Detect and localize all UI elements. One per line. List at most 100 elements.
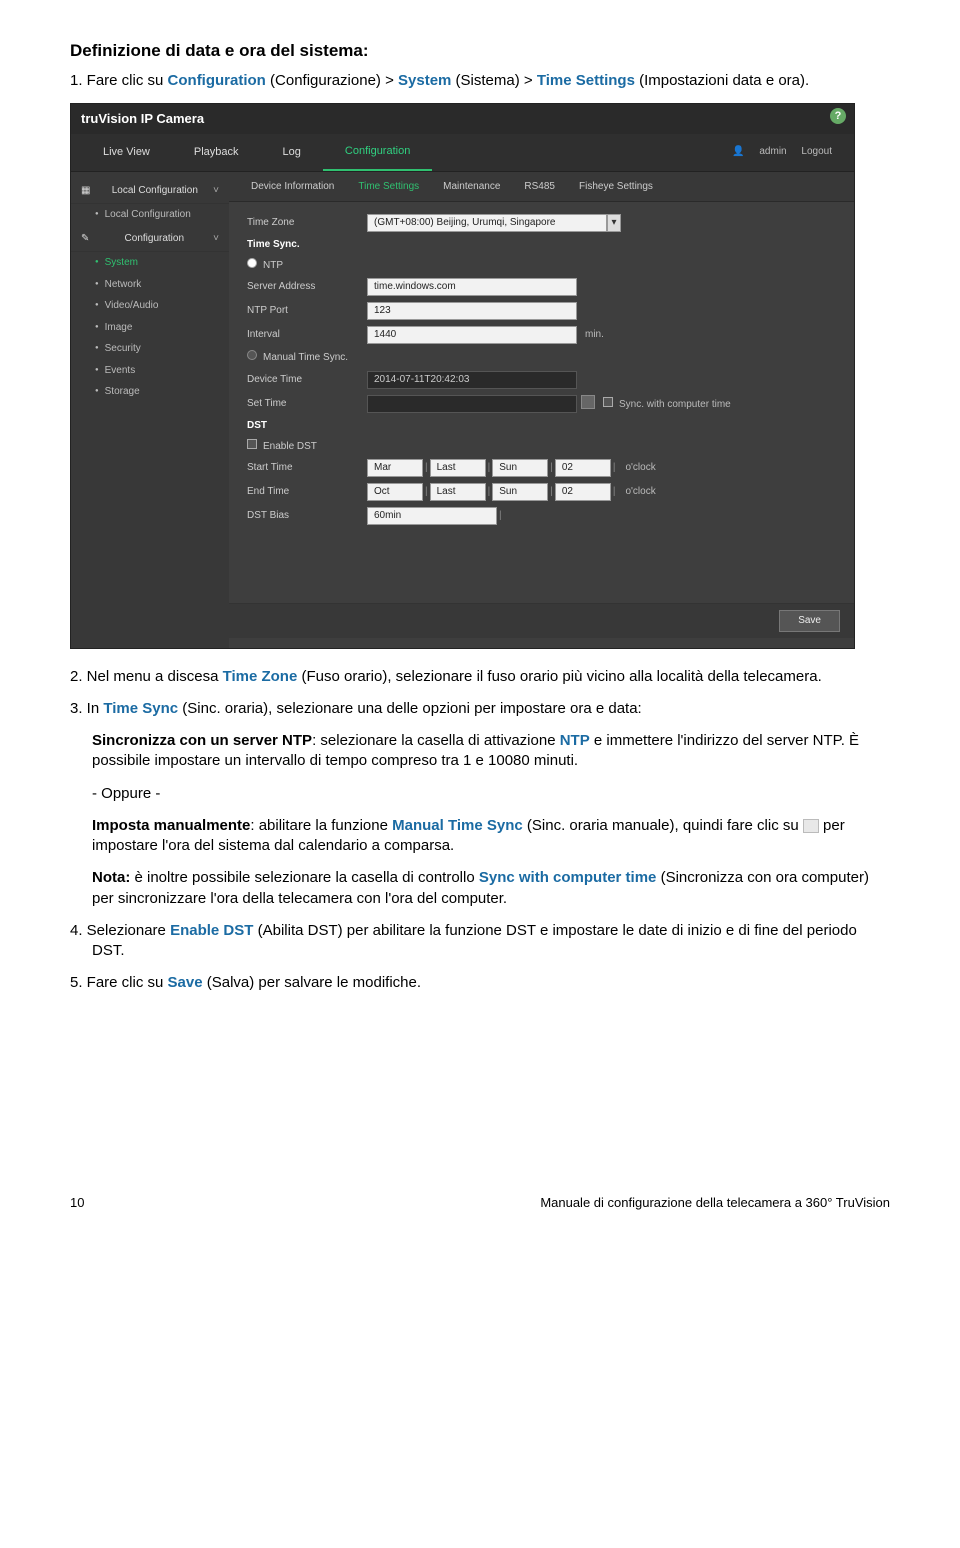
sync-computer-checkbox[interactable] — [603, 397, 613, 407]
label-interval: Interval — [247, 328, 367, 342]
bold-label: Nota: — [92, 869, 130, 886]
label-oclock: o'clock — [625, 485, 655, 499]
text: 5. Fare clic su — [70, 974, 168, 991]
end-hour[interactable]: 02 — [555, 483, 611, 501]
ntp-port-input[interactable]: 123 — [367, 302, 577, 320]
sidebar-local-sub[interactable]: Local Configuration — [71, 204, 229, 226]
ui-term-time-settings: Time Settings — [537, 72, 635, 89]
section-time-sync: Time Sync. — [247, 238, 367, 252]
sidebar-local-configuration[interactable]: Local Configuration˅ — [71, 178, 229, 205]
ui-term-manual-sync: Manual Time Sync — [392, 817, 523, 834]
logout-link[interactable]: Logout — [801, 146, 832, 157]
dst-bias-select[interactable]: 60min — [367, 507, 497, 525]
start-month[interactable]: Mar — [367, 459, 423, 477]
user-name: admin — [759, 146, 786, 157]
server-address-input[interactable]: time.windows.com — [367, 278, 577, 296]
text: 3. In — [70, 700, 103, 717]
sidebar-item-storage[interactable]: Storage — [71, 381, 229, 403]
enable-dst-checkbox[interactable] — [247, 439, 257, 449]
label-server-address: Server Address — [247, 280, 367, 294]
section-heading: Definizione di data e ora del sistema: — [70, 40, 890, 63]
nav-configuration[interactable]: Configuration — [323, 134, 432, 171]
text: (Sinc. oraria), selezionare una delle op… — [178, 700, 642, 717]
sidebar-item-image[interactable]: Image — [71, 317, 229, 339]
tab-rs485[interactable]: RS485 — [512, 172, 567, 202]
section-dst: DST — [247, 419, 367, 433]
calendar-icon[interactable] — [581, 395, 595, 409]
save-button[interactable]: Save — [779, 610, 840, 632]
label-ntp-port: NTP Port — [247, 304, 367, 318]
ui-term-enable-dst: Enable DST — [170, 922, 253, 939]
text: : abilitare la funzione — [250, 817, 392, 834]
start-week[interactable]: Last — [430, 459, 486, 477]
enable-dst-label: Enable DST — [247, 439, 367, 454]
time-zone-select[interactable]: (GMT+08:00) Beijing, Urumqi, Singapore — [367, 214, 607, 232]
tab-maintenance[interactable]: Maintenance — [431, 172, 512, 202]
text: (Configurazione) > — [266, 72, 398, 89]
step-2: 2. Nel menu a discesa Time Zone (Fuso or… — [70, 667, 890, 687]
ui-term-time-zone: Time Zone — [223, 668, 298, 685]
tab-device-info[interactable]: Device Information — [239, 172, 346, 202]
label-dst-bias: DST Bias — [247, 509, 367, 523]
label: Configuration — [125, 232, 184, 246]
nav-playback[interactable]: Playback — [172, 135, 261, 170]
sidebar-item-video[interactable]: Video/Audio — [71, 295, 229, 317]
text: (Fuso orario), selezionare il fuso orari… — [297, 668, 821, 685]
sidebar-item-security[interactable]: Security — [71, 338, 229, 360]
help-icon[interactable]: ? — [830, 108, 846, 124]
page-footer: 10 Manuale di configurazione della telec… — [70, 1194, 890, 1212]
nav-log[interactable]: Log — [261, 135, 323, 170]
end-day[interactable]: Sun — [492, 483, 548, 501]
text: Manual Time Sync. — [263, 352, 348, 363]
user-icon: 👤 — [732, 146, 744, 157]
step-5: 5. Fare clic su Save (Salva) per salvare… — [70, 973, 890, 993]
text: 4. Selezionare — [70, 922, 170, 939]
nav-live-view[interactable]: Live View — [81, 135, 172, 170]
step-3-or: - Oppure - — [70, 784, 890, 804]
label-time-zone: Time Zone — [247, 216, 367, 230]
sidebar-item-network[interactable]: Network — [71, 274, 229, 296]
start-hour[interactable]: 02 — [555, 459, 611, 477]
tab-fisheye[interactable]: Fisheye Settings — [567, 172, 665, 202]
sidebar: Local Configuration˅ Local Configuration… — [71, 172, 229, 648]
dropdown-arrow-icon[interactable]: ▾ — [607, 214, 621, 232]
time-settings-form: Time Zone (GMT+08:00) Beijing, Urumqi, S… — [229, 202, 854, 603]
tab-time-settings[interactable]: Time Settings — [346, 172, 431, 202]
label-sync-computer: Sync. with computer time — [619, 399, 731, 410]
main-panel: Device Information Time Settings Mainten… — [229, 172, 854, 648]
text: Enable DST — [263, 441, 317, 452]
label-set-time: Set Time — [247, 397, 367, 411]
interval-input[interactable]: 1440 — [367, 326, 577, 344]
sidebar-item-events[interactable]: Events — [71, 360, 229, 382]
brand-bar: truVision IP Camera ? — [71, 104, 854, 134]
bold-label: Imposta manualmente — [92, 817, 250, 834]
device-time-value: 2014-07-11T20:42:03 — [367, 371, 577, 389]
text: (Sistema) > — [451, 72, 536, 89]
camera-ui-screenshot: truVision IP Camera ? Live View Playback… — [70, 103, 855, 648]
end-month[interactable]: Oct — [367, 483, 423, 501]
step-3: 3. In Time Sync (Sinc. oraria), selezion… — [70, 699, 890, 719]
radio-ntp-label: NTP — [247, 258, 367, 273]
text: NTP — [263, 260, 283, 271]
step-1: 1. Fare clic su Configuration (Configura… — [70, 71, 890, 91]
end-week[interactable]: Last — [430, 483, 486, 501]
start-day[interactable]: Sun — [492, 459, 548, 477]
ui-term-sync-computer: Sync with computer time — [479, 869, 657, 886]
radio-manual[interactable] — [247, 350, 257, 360]
text: (Salva) per salvare le modifiche. — [203, 974, 421, 991]
label-start-time: Start Time — [247, 461, 367, 475]
text: è inoltre possibile selezionare la casel… — [130, 869, 479, 886]
ui-term-save: Save — [168, 974, 203, 991]
unit-min: min. — [585, 328, 604, 342]
label: Local Configuration — [112, 184, 198, 198]
ui-term-time-sync: Time Sync — [103, 700, 178, 717]
sidebar-configuration[interactable]: Configuration˅ — [71, 226, 229, 253]
user-info: 👤 admin Logout — [720, 145, 844, 159]
radio-ntp[interactable] — [247, 258, 257, 268]
set-time-input[interactable] — [367, 395, 577, 413]
text: : selezionare la casella di attivazione — [312, 732, 560, 749]
label-end-time: End Time — [247, 485, 367, 499]
step-3-manual: Imposta manualmente: abilitare la funzio… — [70, 816, 890, 857]
radio-manual-label: Manual Time Sync. — [247, 350, 367, 365]
sidebar-item-system[interactable]: System — [71, 252, 229, 274]
